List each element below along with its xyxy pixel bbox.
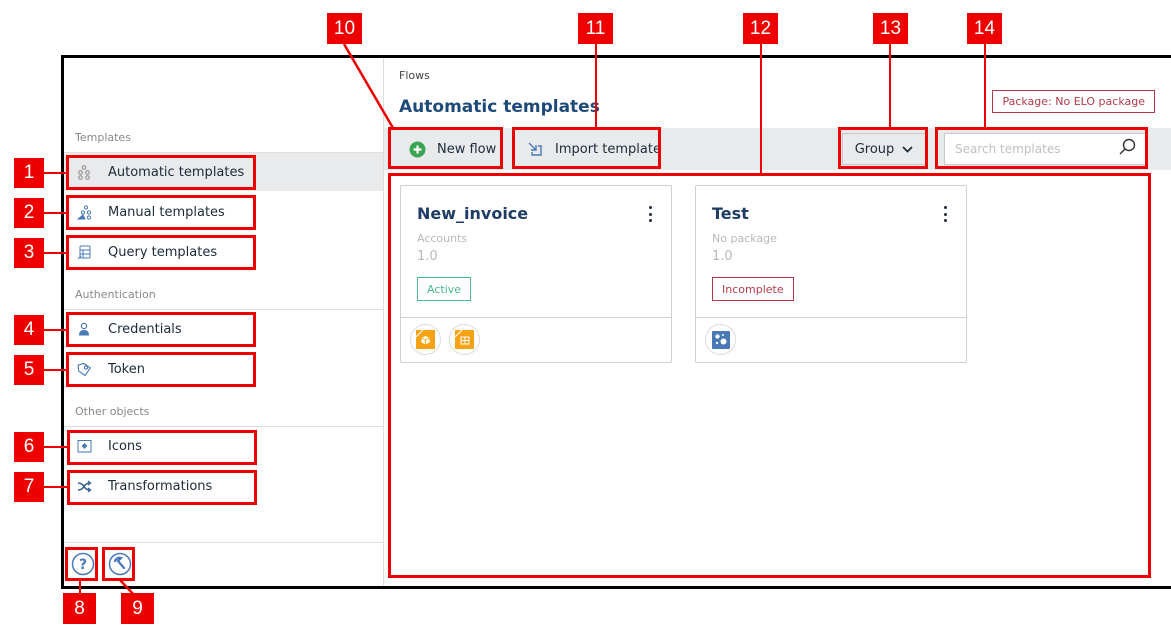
annotation-line [44, 369, 66, 371]
annotation-box [66, 312, 256, 347]
callout-12: 12 [743, 13, 778, 44]
section-label-templates: Templates [75, 131, 131, 144]
annotation-box [388, 173, 1151, 578]
annotation-line [44, 172, 66, 174]
annotation-line [44, 212, 66, 214]
annotation-line [760, 44, 762, 173]
callout-1: 1 [14, 158, 44, 188]
page-title: Automatic templates [399, 97, 600, 117]
package-badge[interactable]: Package: No ELO package [992, 90, 1155, 113]
annotation-box [935, 127, 1148, 169]
divider [64, 542, 383, 543]
callout-3: 3 [14, 238, 44, 268]
callout-6: 6 [14, 432, 44, 462]
annotation-box [67, 430, 257, 465]
annotation-box [102, 547, 135, 581]
annotation-line [44, 486, 67, 488]
annotation-box [66, 195, 256, 230]
callout-14: 14 [967, 13, 1002, 44]
annotation-line [889, 44, 891, 127]
callout-11: 11 [578, 13, 613, 44]
annotation-box [66, 235, 256, 270]
callout-5: 5 [14, 355, 44, 385]
breadcrumb[interactable]: Flows [399, 69, 430, 82]
annotation-box [65, 547, 98, 581]
section-label-other-objects: Other objects [75, 405, 150, 418]
callout-4: 4 [14, 315, 44, 345]
annotation-line [44, 329, 66, 331]
annotation-box [66, 155, 256, 190]
callout-2: 2 [14, 198, 44, 228]
annotation-line [44, 252, 66, 254]
annotation-line [984, 44, 986, 127]
callout-9: 9 [121, 593, 154, 624]
annotation-box [512, 127, 661, 169]
callout-8: 8 [63, 593, 96, 624]
annotation-box [66, 352, 256, 387]
annotation-line [44, 446, 67, 448]
annotation-box [838, 127, 928, 169]
section-label-authentication: Authentication [75, 288, 156, 301]
callout-7: 7 [14, 472, 44, 502]
annotation-line [595, 44, 597, 127]
annotation-box [67, 470, 257, 505]
callout-10: 10 [327, 13, 362, 44]
callout-13: 13 [873, 13, 908, 44]
annotation-box [388, 127, 503, 169]
